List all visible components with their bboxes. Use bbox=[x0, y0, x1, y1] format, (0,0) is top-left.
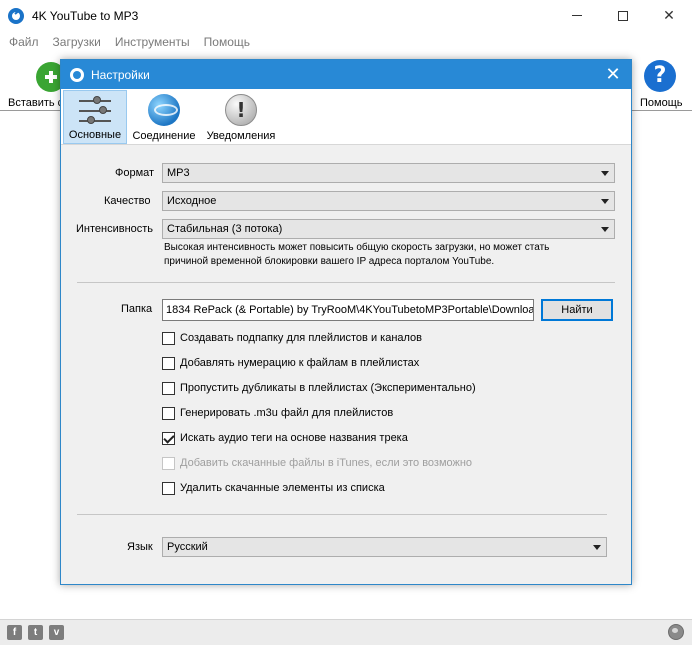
close-icon: ✕ bbox=[605, 64, 621, 84]
twitter-icon[interactable]: t bbox=[28, 625, 43, 640]
folder-label: Папка bbox=[121, 303, 153, 315]
checkbox-label: Удалить скачанные элементы из списка bbox=[180, 482, 385, 494]
folder-path-input[interactable]: 1834 RePack (& Portable) by TryRooM\4KYo… bbox=[162, 299, 534, 321]
dialog-close-button[interactable]: ✕ bbox=[603, 64, 623, 84]
window-controls: ✕ bbox=[554, 0, 692, 31]
close-icon: ✕ bbox=[663, 7, 675, 23]
checkbox[interactable] bbox=[162, 331, 175, 345]
intensity-hint-line: Высокая интенсивность может повысить общ… bbox=[164, 242, 550, 253]
globe-icon bbox=[148, 94, 180, 126]
checkbox-skip-duplicates[interactable]: Пропустить дубликаты в плейлистах (Экспе… bbox=[162, 380, 476, 396]
checkbox-create-subfolder[interactable]: Создавать подпапку для плейлистов и кана… bbox=[162, 330, 422, 346]
checkbox-label: Добавлять нумерацию к файлам в плейлиста… bbox=[180, 357, 420, 369]
checkbox-label: Пропустить дубликаты в плейлистах (Экспе… bbox=[180, 382, 476, 394]
menubar: Файл Загрузки Инструменты Помощь bbox=[0, 31, 692, 53]
dialog-title: Настройки bbox=[91, 67, 150, 82]
dialog-logo-icon bbox=[70, 67, 84, 82]
checkbox-label: Генерировать .m3u файл для плейлистов bbox=[180, 407, 394, 419]
dialog-titlebar: Настройки ✕ bbox=[61, 60, 631, 89]
maximize-button[interactable] bbox=[600, 0, 646, 31]
window-title: 4K YouTube to MP3 bbox=[32, 8, 139, 23]
exclamation-icon: ! bbox=[225, 94, 257, 126]
tab-general-label: Основные bbox=[68, 129, 122, 141]
checkbox-label: Создавать подпапку для плейлистов и кана… bbox=[180, 332, 423, 344]
settings-tabs: Основные Соединение ! Уведомления bbox=[61, 89, 631, 145]
chevron-down-icon bbox=[593, 545, 601, 550]
quality-value: Исходное bbox=[167, 195, 217, 207]
checkbox[interactable] bbox=[162, 406, 175, 420]
checkbox[interactable] bbox=[162, 356, 175, 370]
intensity-value: Стабильная (3 потока) bbox=[167, 223, 283, 235]
format-label: Формат bbox=[115, 167, 155, 179]
facebook-icon[interactable]: f bbox=[7, 625, 22, 640]
intensity-hint-line: причиной временной блокировки вашего IP … bbox=[164, 256, 495, 267]
quality-label: Качество bbox=[104, 195, 151, 207]
menu-file[interactable]: Файл bbox=[2, 35, 46, 49]
checkbox-search-audio-tags[interactable]: Искать аудио теги на основе названия тре… bbox=[162, 430, 408, 446]
tab-notifications-label: Уведомления bbox=[206, 130, 276, 142]
checkbox[interactable] bbox=[162, 431, 175, 445]
close-button[interactable]: ✕ bbox=[646, 0, 692, 31]
intensity-label: Интенсивность bbox=[76, 223, 154, 235]
chevron-down-icon bbox=[601, 227, 609, 232]
app-logo-icon bbox=[8, 7, 24, 24]
checkbox-generate-m3u[interactable]: Генерировать .m3u файл для плейлистов bbox=[162, 405, 393, 421]
menu-tools[interactable]: Инструменты bbox=[108, 35, 197, 49]
menu-help[interactable]: Помощь bbox=[197, 35, 257, 49]
help-label: Помощь bbox=[640, 97, 683, 109]
statusbar: f t v bbox=[0, 619, 692, 645]
menu-downloads[interactable]: Загрузки bbox=[46, 35, 108, 49]
chevron-down-icon bbox=[601, 171, 609, 176]
paste-link-label: Вставить с bbox=[8, 97, 64, 109]
format-select[interactable]: MP3 bbox=[162, 163, 615, 183]
checkbox bbox=[162, 456, 175, 470]
language-select[interactable]: Русский bbox=[162, 537, 607, 557]
tab-general[interactable]: Основные bbox=[63, 90, 127, 144]
checkbox-add-numbering[interactable]: Добавлять нумерацию к файлам в плейлиста… bbox=[162, 355, 419, 371]
checkbox-add-to-itunes: Добавить скачанные файлы в iTunes, если … bbox=[162, 455, 472, 471]
main-titlebar: 4K YouTube to MP3 ✕ bbox=[0, 0, 692, 31]
checkbox[interactable] bbox=[162, 481, 175, 495]
intensity-select[interactable]: Стабильная (3 потока) bbox=[162, 219, 615, 239]
quality-select[interactable]: Исходное bbox=[162, 191, 615, 211]
question-icon: ? bbox=[644, 60, 676, 92]
divider bbox=[77, 514, 607, 515]
settings-dialog: Настройки ✕ Основные Соединение ! Уведом… bbox=[60, 59, 632, 585]
minimize-icon bbox=[572, 15, 582, 16]
minimize-button[interactable] bbox=[554, 0, 600, 31]
sliders-icon bbox=[79, 96, 111, 125]
vimeo-icon[interactable]: v bbox=[49, 625, 64, 640]
tab-connection-label: Соединение bbox=[132, 130, 196, 142]
format-value: MP3 bbox=[167, 167, 190, 179]
checkbox[interactable] bbox=[162, 381, 175, 395]
checkbox-label: Искать аудио теги на основе названия тре… bbox=[180, 432, 408, 444]
tab-notifications[interactable]: ! Уведомления bbox=[204, 90, 278, 144]
globe-icon[interactable] bbox=[668, 624, 684, 640]
checkbox-label: Добавить скачанные файлы в iTunes, если … bbox=[180, 457, 473, 469]
browse-button[interactable]: Найти bbox=[541, 299, 613, 321]
maximize-icon bbox=[618, 10, 628, 21]
language-label: Язык bbox=[127, 541, 153, 553]
intensity-hint: Высокая интенсивность может повысить общ… bbox=[164, 241, 614, 269]
checkbox-remove-downloaded[interactable]: Удалить скачанные элементы из списка bbox=[162, 480, 385, 496]
chevron-down-icon bbox=[601, 199, 609, 204]
tab-connection[interactable]: Соединение bbox=[129, 90, 199, 144]
language-value: Русский bbox=[167, 541, 208, 553]
divider bbox=[77, 282, 615, 283]
paste-link-button[interactable]: Вставить с bbox=[4, 57, 66, 109]
help-button[interactable]: ? Помощь bbox=[636, 57, 688, 109]
